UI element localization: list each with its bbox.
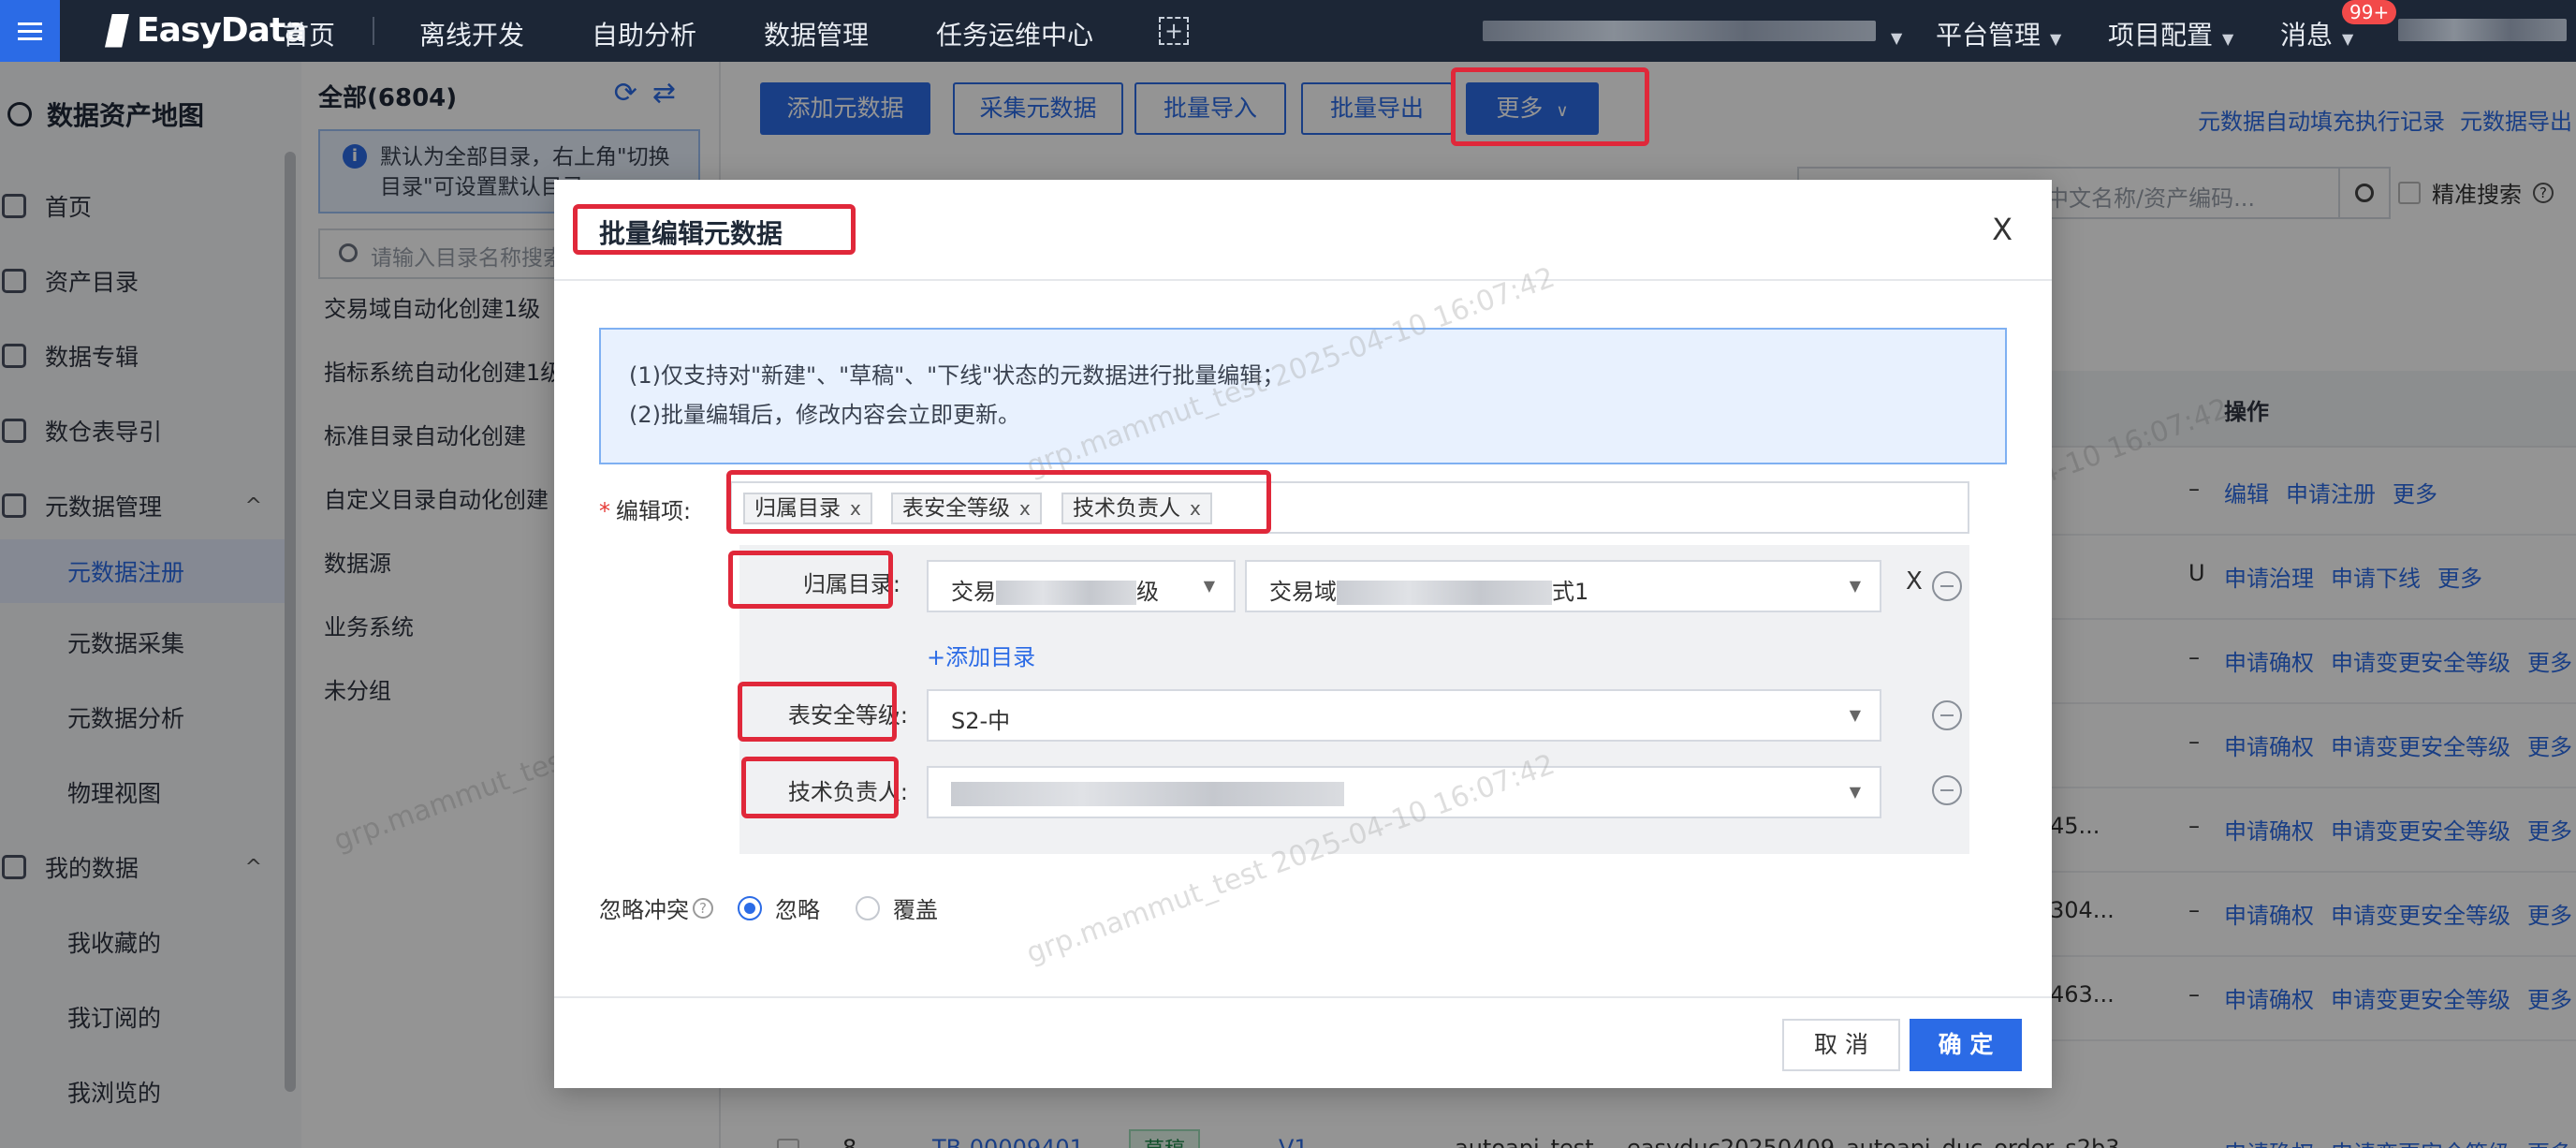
redacted-text <box>996 581 1136 605</box>
nav-platform-management[interactable]: 平台管理 ▼ <box>1936 15 2061 52</box>
brand-logo[interactable]: EasyData <box>105 11 307 50</box>
remove-field-icon[interactable] <box>1932 775 1962 805</box>
radio-ignore[interactable]: 忽略 <box>738 891 820 924</box>
remove-chip-icon[interactable]: x <box>1019 497 1031 520</box>
catalog-level1-select[interactable]: 交易 级 ▼ <box>927 560 1236 612</box>
ignore-conflict-label: 忽略冲突? <box>599 891 713 924</box>
nav-task-ops[interactable]: 任务运维中心 <box>936 15 1093 52</box>
menu-toggle-button[interactable] <box>0 0 60 62</box>
notice-line: (1)仅支持对"新建"、"草稿"、"下线"状态的元数据进行批量编辑； <box>629 362 1285 389</box>
required-mark: * <box>599 498 610 524</box>
radio-ignore-dot[interactable] <box>738 895 762 920</box>
batch-edit-modal: 批量编辑元数据 X (1)仅支持对"新建"、"草稿"、"下线"状态的元数据进行批… <box>554 180 2052 1088</box>
help-icon[interactable]: ? <box>693 897 713 919</box>
radio-ignore-label: 忽略 <box>775 897 820 923</box>
chevron-down-icon: ▼ <box>2050 30 2062 48</box>
radio-overwrite[interactable]: 覆盖 <box>856 891 938 924</box>
chip-label: 表安全等级 <box>902 496 1010 521</box>
radio-overwrite-dot[interactable] <box>856 895 880 920</box>
clear-icon[interactable]: X <box>1906 567 1923 596</box>
modal-footer-divider <box>554 996 2052 998</box>
owner-field-label: 技术负责人: <box>787 779 908 805</box>
top-nav: EasyData 首页 离线开发 自助分析 数据管理 任务运维中心 + ▼ 平台… <box>0 0 2576 62</box>
modal-notice: (1)仅支持对"新建"、"草稿"、"下线"状态的元数据进行批量编辑； (2)批量… <box>599 328 2007 464</box>
edit-item-chip: 技术负责人 x <box>1061 493 1212 524</box>
remove-field-icon[interactable] <box>1932 700 1962 730</box>
security-level-select[interactable]: S2-中 ▼ <box>927 689 1881 742</box>
nav-platform-label: 平台管理 <box>1936 20 2042 51</box>
catalog-level1-prefix: 交易 <box>951 579 996 605</box>
catalog-field-label: 归属目录: <box>802 571 900 597</box>
edit-items-select[interactable]: 归属目录 x 表安全等级 x 技术负责人 x <box>730 481 1969 534</box>
frame-icon[interactable]: + <box>1159 17 1189 45</box>
close-icon[interactable]: X <box>1992 212 2012 247</box>
chevron-down-icon: ▼ <box>2222 30 2234 48</box>
nav-project-label: 项目配置 <box>2108 20 2214 51</box>
nav-self-analysis[interactable]: 自助分析 <box>592 15 696 52</box>
redacted-text <box>1337 581 1552 605</box>
nav-messages-label: 消息 <box>2280 20 2334 51</box>
hamburger-icon <box>18 29 42 33</box>
edit-item-chip: 表安全等级 x <box>891 493 1042 524</box>
nav-data-management[interactable]: 数据管理 <box>764 15 869 52</box>
project-selector-redacted[interactable] <box>1483 21 1876 41</box>
add-catalog-link[interactable]: +添加目录 <box>927 639 1035 671</box>
redacted-text <box>951 782 1344 806</box>
catalog-level2-suffix: 式1 <box>1552 579 1589 605</box>
nav-messages[interactable]: 消息 ▼ <box>2280 15 2353 52</box>
security-field-label: 表安全等级: <box>787 702 908 729</box>
nav-project-config[interactable]: 项目配置 ▼ <box>2108 15 2233 52</box>
catalog-level2-prefix: 交易域 <box>1269 579 1337 605</box>
user-menu-redacted[interactable] <box>2398 19 2567 41</box>
catalog-level1-suffix: 级 <box>1136 579 1159 605</box>
nav-divider <box>373 17 374 45</box>
chip-label: 归属目录 <box>754 496 841 521</box>
edit-items-label: * 编辑项: <box>599 493 691 525</box>
project-selector-caret[interactable]: ▼ <box>1881 19 1902 50</box>
brand-name: EasyData <box>137 11 307 50</box>
logo-mark-icon <box>105 13 129 48</box>
chevron-down-icon: ▼ <box>1849 706 1861 724</box>
nav-offline-dev[interactable]: 离线开发 <box>419 15 524 52</box>
edit-item-chip: 归属目录 x <box>743 493 872 524</box>
modal-header: 批量编辑元数据 X <box>554 180 2052 281</box>
chevron-down-icon: ▼ <box>1849 577 1861 595</box>
chip-label: 技术负责人 <box>1073 496 1180 521</box>
edit-items-label-text: 编辑项: <box>616 498 692 524</box>
tech-owner-select[interactable]: ▼ <box>927 766 1881 818</box>
ignore-conflict-text: 忽略冲突 <box>599 897 689 923</box>
message-count-badge: 99+ <box>2342 0 2397 24</box>
chevron-down-icon: ▼ <box>1203 577 1215 595</box>
chevron-down-icon: ▼ <box>1849 783 1861 801</box>
remove-chip-icon[interactable]: x <box>1190 497 1201 520</box>
confirm-button[interactable]: 确 定 <box>1910 1019 2022 1071</box>
remove-chip-icon[interactable]: x <box>850 497 861 520</box>
catalog-level2-select[interactable]: 交易域 式1 ▼ <box>1245 560 1881 612</box>
remove-field-icon[interactable] <box>1932 571 1962 601</box>
nav-home[interactable]: 首页 <box>283 15 335 52</box>
modal-title: 批量编辑元数据 <box>599 218 783 249</box>
chevron-down-icon: ▼ <box>2342 30 2354 48</box>
notice-line: (2)批量编辑后，修改内容会立即更新。 <box>629 402 1020 428</box>
security-level-value: S2-中 <box>951 708 1011 734</box>
cancel-button[interactable]: 取 消 <box>1782 1019 1900 1071</box>
radio-overwrite-label: 覆盖 <box>893 897 938 923</box>
